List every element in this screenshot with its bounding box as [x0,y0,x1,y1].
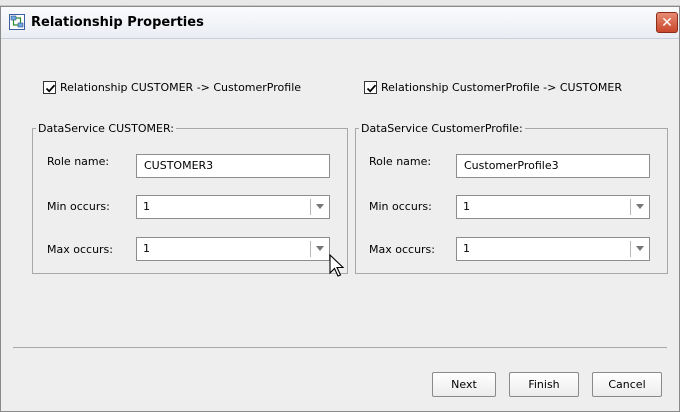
dataservice-customerprofile-group: DataService CustomerProfile: Role name: … [355,122,668,274]
chevron-down-icon[interactable] [636,246,644,251]
combo-separator [310,199,311,215]
checkbox-profile-to-customer[interactable]: Relationship CustomerProfile -> CUSTOMER [364,81,622,94]
role-name-label: Role name: [47,155,110,168]
checkbox-profile-to-customer-label: Relationship CustomerProfile -> CUSTOMER [381,81,623,94]
cancel-button[interactable]: Cancel [592,372,662,397]
relationship-properties-dialog: Relationship Properties ✕ Relationship C… [0,6,680,412]
checkbox-customer-to-profile-label: Relationship CUSTOMER -> CustomerProfile [60,81,302,94]
footer-divider [13,347,667,348]
role-name-label: Role name: [369,155,432,168]
chevron-down-icon[interactable] [316,204,324,209]
close-icon: ✕ [661,14,673,31]
min-occurs-label: Min occurs: [47,200,110,213]
max-occurs-label: Max occurs: [369,243,435,256]
combo-separator [630,241,631,257]
min-occurs-select[interactable]: 1 [136,195,330,219]
checkbox-customer-to-profile[interactable]: Relationship CUSTOMER -> CustomerProfile [43,81,301,94]
relationship-icon [9,14,25,30]
chevron-down-icon[interactable] [316,246,324,251]
dataservice-customer-group: DataService CUSTOMER: Role name: CUSTOME… [32,122,348,274]
role-name-input[interactable]: CUSTOMER3 [136,154,330,178]
min-occurs-select[interactable]: 1 [456,195,650,219]
finish-button[interactable]: Finish [509,372,579,397]
dialog-title: Relationship Properties [31,15,204,30]
dataservice-customer-legend: DataService CUSTOMER: [36,122,176,135]
checkmark-icon [45,84,56,93]
checkbox-profile-to-customer-box[interactable] [364,81,377,94]
checkmark-icon [366,84,377,93]
max-occurs-label: Max occurs: [47,243,113,256]
chevron-down-icon[interactable] [636,204,644,209]
max-occurs-value: 1 [463,242,470,255]
role-name-input[interactable]: CustomerProfile3 [456,154,650,178]
combo-separator [310,241,311,257]
min-occurs-value: 1 [463,200,470,213]
dataservice-customerprofile-legend: DataService CustomerProfile: [359,122,525,135]
checkbox-customer-to-profile-box[interactable] [43,81,56,94]
max-occurs-value: 1 [143,242,150,255]
next-button[interactable]: Next [432,372,496,397]
combo-separator [630,199,631,215]
max-occurs-select[interactable]: 1 [456,237,650,261]
min-occurs-value: 1 [143,200,150,213]
close-button[interactable]: ✕ [656,12,678,33]
max-occurs-select[interactable]: 1 [136,237,330,261]
mouse-pointer-icon [329,253,345,283]
min-occurs-label: Min occurs: [369,200,432,213]
title-bar[interactable]: Relationship Properties ✕ [1,7,679,39]
